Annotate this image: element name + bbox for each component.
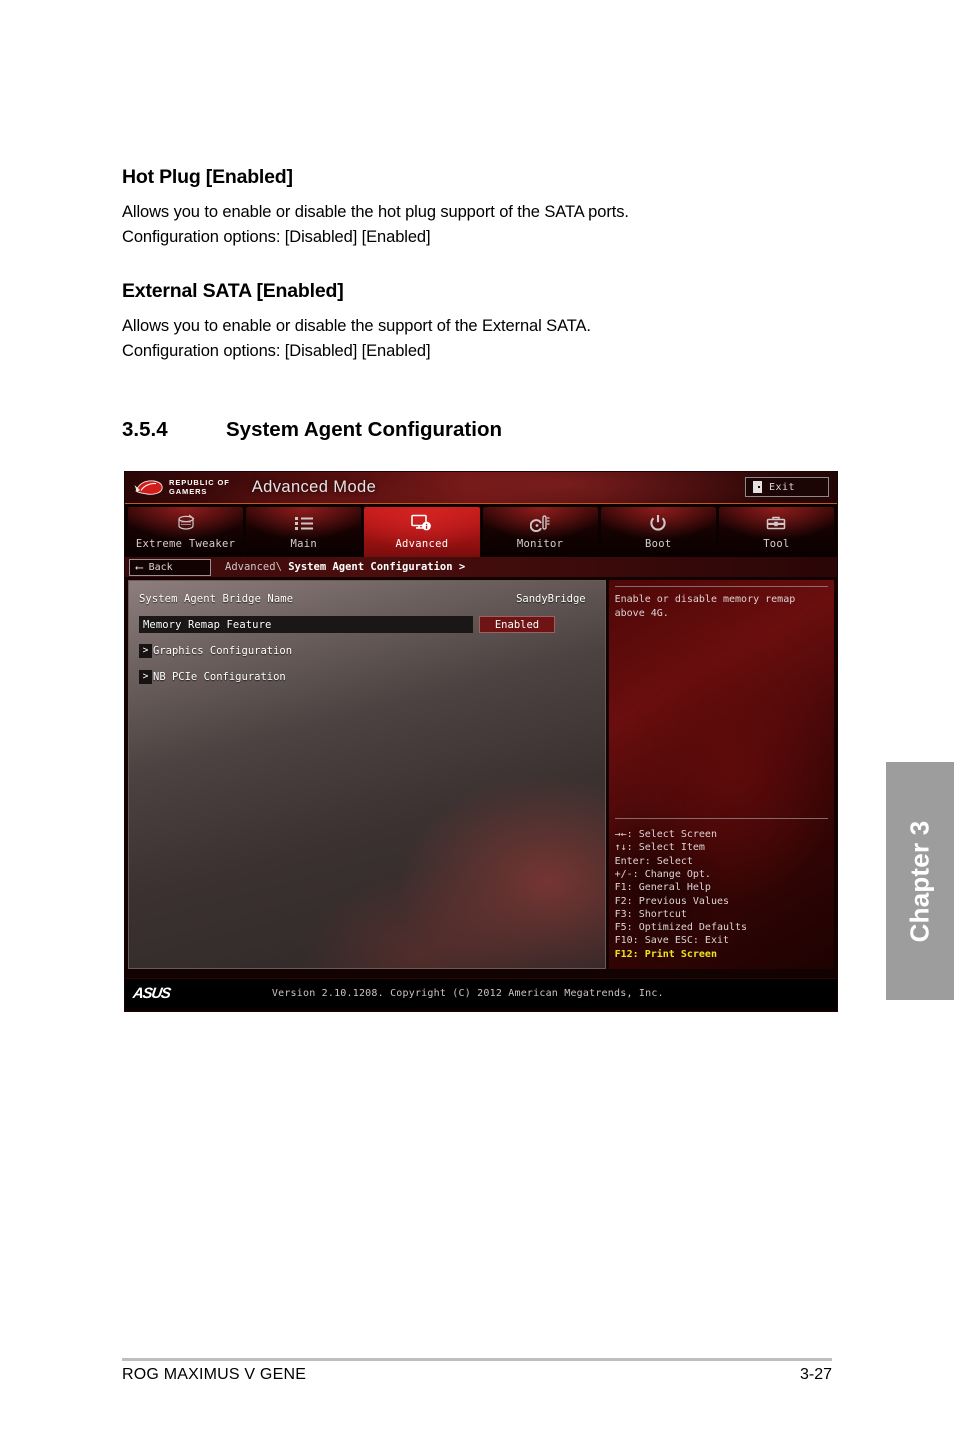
hot-plug-desc-line1: Allows you to enable or disable the hot … xyxy=(122,203,629,221)
toolbox-icon xyxy=(766,512,786,534)
bios-version-text: Version 2.10.1208. Copyright (C) 2012 Am… xyxy=(271,988,664,999)
tab-extreme-tweaker[interactable]: Extreme Tweaker xyxy=(128,507,244,557)
breadcrumb-current: System Agent Configuration > xyxy=(288,561,466,573)
key-f5-optimized-defaults: F5: Optimized Defaults xyxy=(614,922,748,934)
tab-label-main: Main xyxy=(290,538,317,550)
rog-logo: REPUBLIC OF GAMERS xyxy=(134,478,230,496)
key-f10-save-esc-exit: F10: Save ESC: Exit xyxy=(614,935,730,947)
rog-eye-icon xyxy=(134,479,164,496)
list-icon xyxy=(294,512,314,534)
monitor-info-icon xyxy=(411,512,432,534)
tab-tool[interactable]: Tool xyxy=(718,507,835,557)
settings-panel: System Agent Bridge Name SandyBridge Mem… xyxy=(128,580,606,969)
rog-wordmark: REPUBLIC OF GAMERS xyxy=(169,478,230,496)
footer-product-name: ROG MAXIMUS V GENE xyxy=(122,1366,307,1383)
key-legend-divider xyxy=(614,818,828,820)
breadcrumb: Advanced\ System Agent Configuration > xyxy=(225,561,465,573)
row-memory-remap-feature[interactable]: Memory Remap Feature Enabled xyxy=(139,616,595,633)
footer-page-number: 3-27 xyxy=(799,1366,832,1383)
row-value-memory-remap[interactable]: Enabled xyxy=(479,616,555,633)
help-panel: Enable or disable memory remap above 4G.… xyxy=(609,580,834,969)
row-graphics-configuration[interactable]: > Graphics Configuration xyxy=(139,642,595,659)
setting-heading-external-sata: External SATA [Enabled] xyxy=(122,280,344,303)
bios-tab-bar: Extreme Tweaker Main Advanced Monitor Bo… xyxy=(125,504,837,557)
bios-mode-title: Advanced Mode xyxy=(251,478,377,496)
bios-screenshot: REPUBLIC OF GAMERS Advanced Mode Exit Ex… xyxy=(124,471,838,1012)
submenu-graphics-configuration[interactable]: > Graphics Configuration xyxy=(139,643,293,658)
tab-label-tool: Tool xyxy=(763,538,790,550)
exit-door-icon xyxy=(753,481,762,493)
row-value-memory-remap-text: Enabled xyxy=(494,618,540,631)
manual-page: Hot Plug [Enabled] Allows you to enable … xyxy=(0,0,954,1438)
page-footer: ROG MAXIMUS V GENE 3-27 xyxy=(122,1366,832,1384)
submenu-label-graphics-configuration: Graphics Configuration xyxy=(153,644,293,657)
footer-divider xyxy=(122,1358,832,1361)
hot-plug-desc-line2: Configuration options: [Disabled] [Enabl… xyxy=(122,228,431,247)
key-change-opt: +/-: Change Opt. xyxy=(614,868,711,880)
gauge-icon xyxy=(530,512,550,534)
back-button-label: Back xyxy=(148,561,173,573)
document-text-block: Hot Plug [Enabled] Allows you to enable … xyxy=(122,166,822,364)
section-number: 3.5.4 xyxy=(122,418,168,441)
row-nb-pcie-configuration[interactable]: > NB PCIe Configuration xyxy=(139,668,595,685)
external-sata-desc-line2: Configuration options: [Disabled] [Enabl… xyxy=(122,342,431,361)
rog-wordmark-line2: GAMERS xyxy=(169,486,208,496)
key-select-item: ↑↓: Select Item xyxy=(614,842,705,854)
bios-footer: ASUS Version 2.10.1208. Copyright (C) 20… xyxy=(125,978,837,1008)
asus-logo: ASUS xyxy=(131,985,172,1002)
chapter-tab-label: Chapter 3 xyxy=(904,820,935,942)
row-value-bridge-name: SandyBridge xyxy=(516,592,586,605)
help-text: Enable or disable memory remap above 4G. xyxy=(614,594,796,619)
key-f3-shortcut: F3: Shortcut xyxy=(614,908,687,920)
settings-list: System Agent Bridge Name SandyBridge Mem… xyxy=(129,581,605,685)
tweaker-icon xyxy=(176,512,196,534)
tab-label-monitor: Monitor xyxy=(516,538,564,550)
help-top-divider xyxy=(614,586,828,587)
exit-button-label: Exit xyxy=(769,481,796,493)
setting-description-external-sata: Allows you to enable or disable the supp… xyxy=(122,314,822,364)
section-heading: 3.5.4 System Agent Configuration xyxy=(122,418,822,442)
power-icon xyxy=(649,512,667,534)
tab-label-advanced: Advanced xyxy=(395,538,449,550)
breadcrumb-parent[interactable]: Advanced\ xyxy=(225,561,288,573)
submenu-nb-pcie-configuration[interactable]: > NB PCIe Configuration xyxy=(139,669,286,684)
bios-content-area: System Agent Bridge Name SandyBridge Mem… xyxy=(125,577,837,978)
bios-title-bar: REPUBLIC OF GAMERS Advanced Mode Exit xyxy=(125,472,837,504)
back-button[interactable]: ⟵ Back xyxy=(129,558,211,576)
tab-boot[interactable]: Boot xyxy=(600,507,716,557)
external-sata-desc-line1: Allows you to enable or disable the supp… xyxy=(122,317,591,336)
tab-label-boot: Boot xyxy=(645,538,672,550)
row-label-highlight-memory-remap: Memory Remap Feature xyxy=(139,616,473,633)
tab-label-extreme-tweaker: Extreme Tweaker xyxy=(135,538,236,550)
key-f2-previous-values: F2: Previous Values xyxy=(614,895,730,907)
key-legend: →←: Select Screen ↑↓: Select Item Enter:… xyxy=(614,818,828,961)
row-system-agent-bridge-name: System Agent Bridge Name SandyBridge xyxy=(139,590,595,607)
key-select-screen: →←: Select Screen xyxy=(614,829,717,841)
back-arrow-icon: ⟵ xyxy=(136,560,143,574)
tab-monitor[interactable]: Monitor xyxy=(482,507,598,557)
tab-advanced[interactable]: Advanced xyxy=(364,507,480,557)
key-enter-select: Enter: Select xyxy=(614,855,693,867)
section-title: System Agent Configuration xyxy=(226,418,502,441)
setting-description-hot-plug: Allows you to enable or disable the hot … xyxy=(122,200,822,250)
tab-main[interactable]: Main xyxy=(246,507,362,557)
chapter-tab: Chapter 3 xyxy=(886,762,954,1000)
submenu-arrow-icon: > xyxy=(139,643,152,658)
key-f1-general-help: F1: General Help xyxy=(614,882,711,894)
breadcrumb-bar: ⟵ Back Advanced\ System Agent Configurat… xyxy=(125,557,837,577)
exit-button[interactable]: Exit xyxy=(745,477,829,497)
setting-heading-hot-plug: Hot Plug [Enabled] xyxy=(122,166,293,188)
submenu-arrow-icon: > xyxy=(139,669,152,684)
row-label-bridge-name: System Agent Bridge Name xyxy=(139,592,294,605)
row-label-memory-remap: Memory Remap Feature xyxy=(143,618,272,631)
submenu-label-nb-pcie-configuration: NB PCIe Configuration xyxy=(153,670,286,683)
key-f12-print-screen: F12: Print Screen xyxy=(614,948,717,960)
